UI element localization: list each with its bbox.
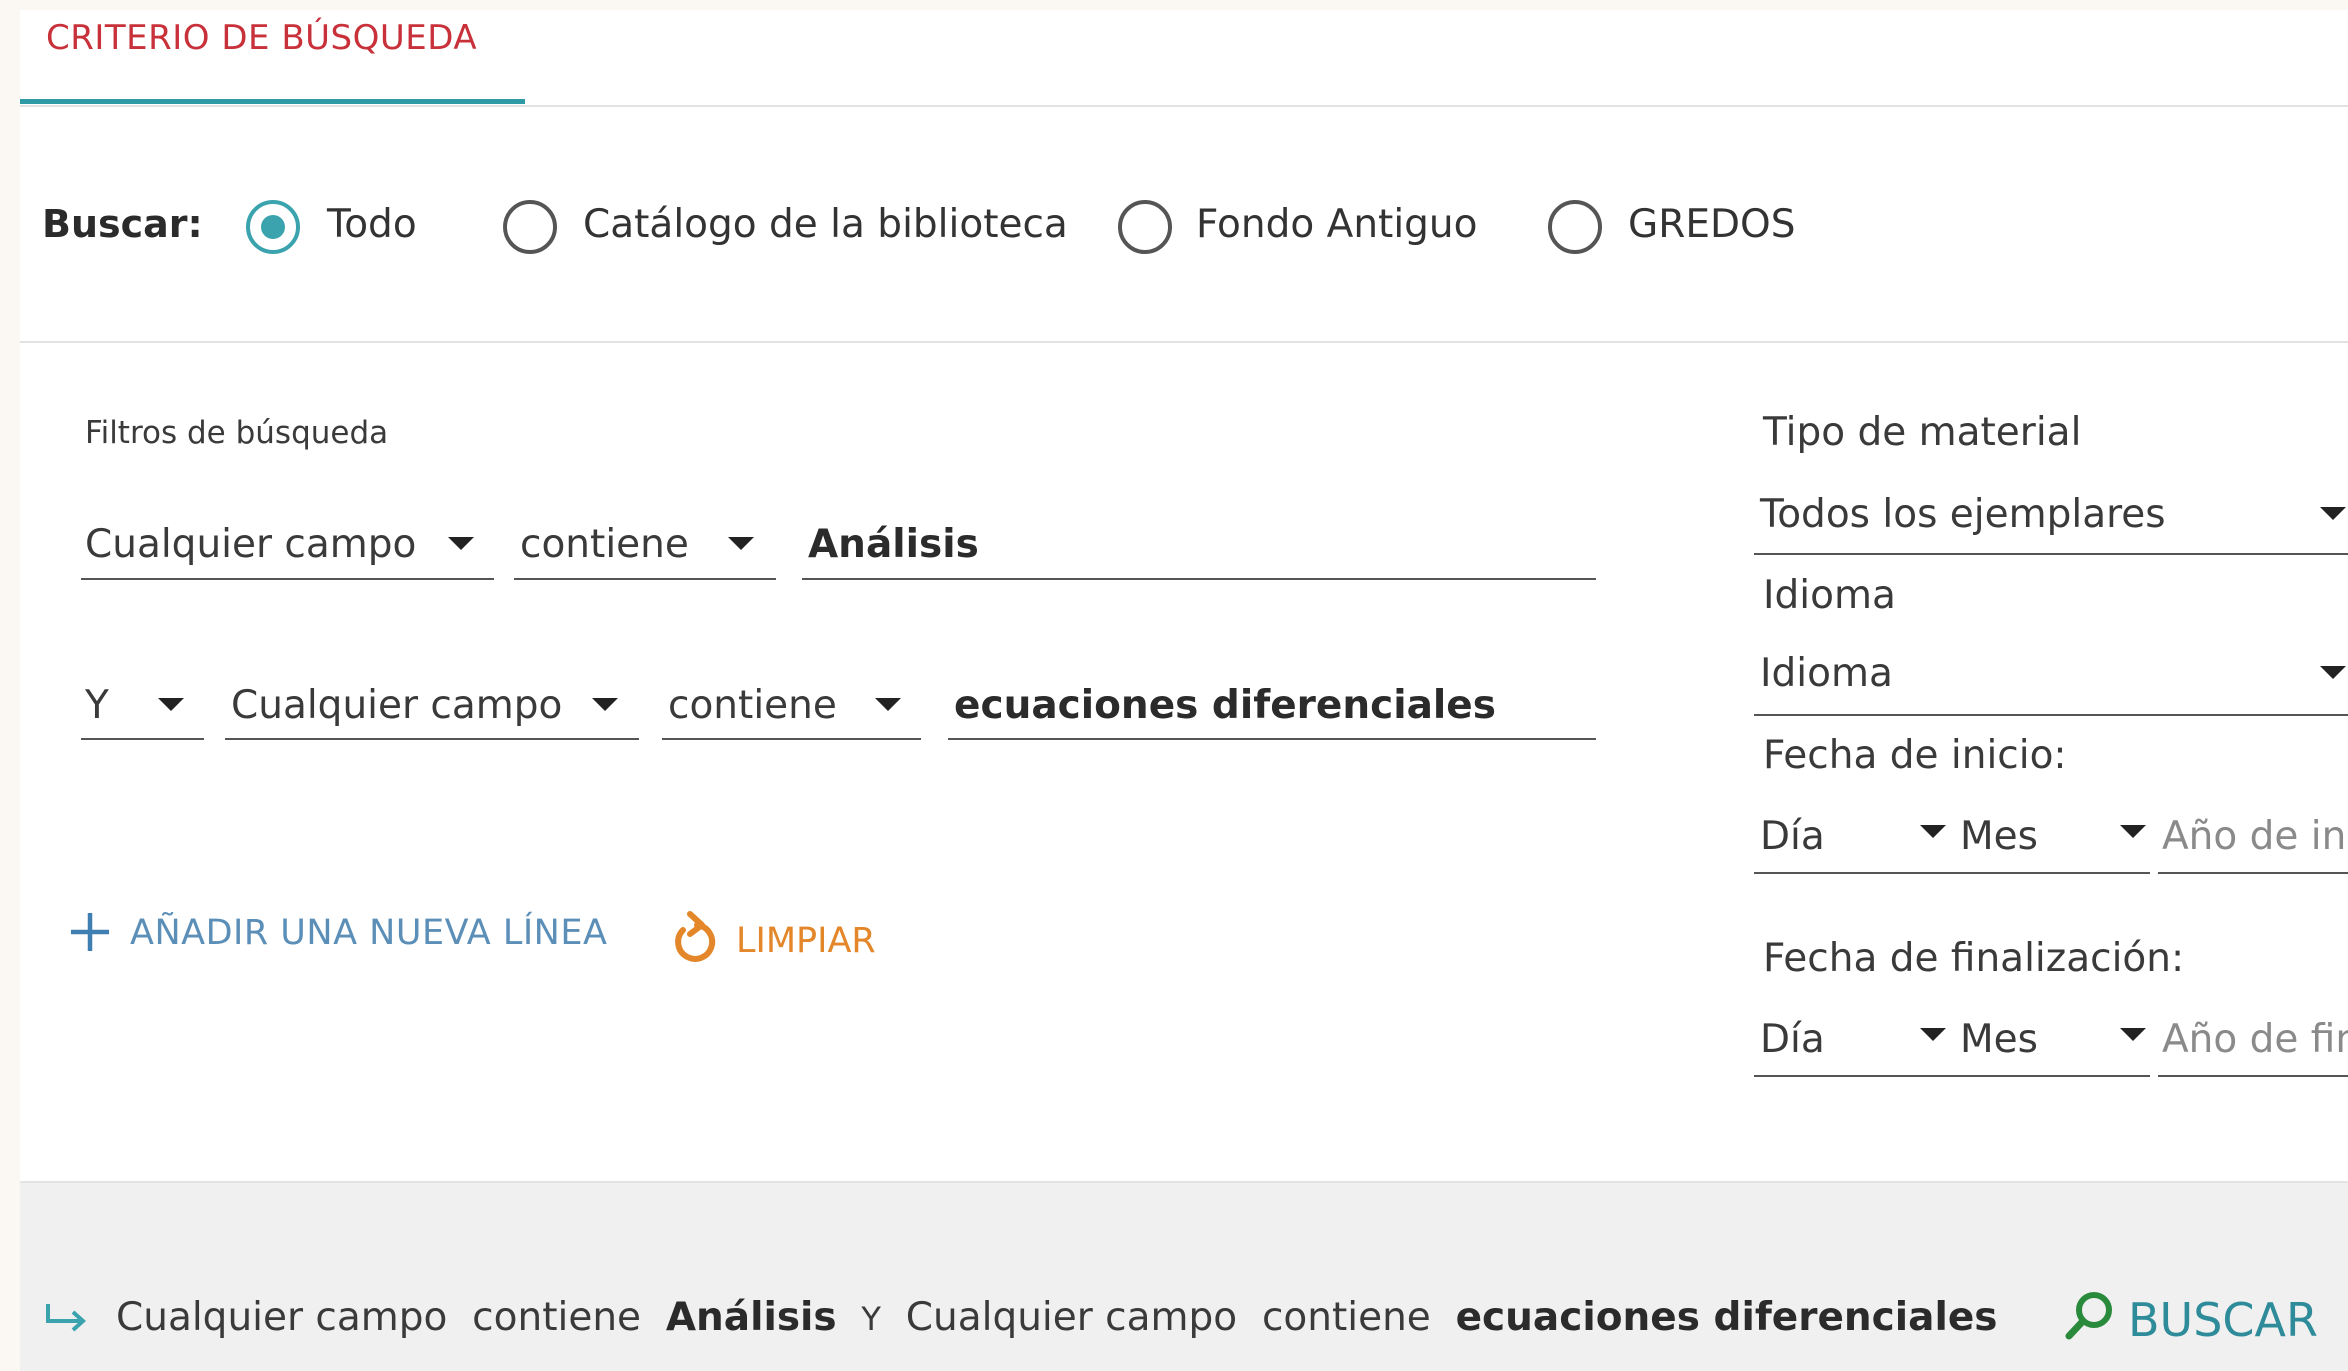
start-month-select[interactable]: Mes (1960, 814, 2038, 859)
scope-divider (20, 341, 2348, 343)
material-type-underline (1754, 553, 2348, 555)
end-day-select[interactable]: Día (1760, 1017, 1825, 1062)
boolean-select-2[interactable]: Y (85, 683, 109, 728)
end-date-label: Fecha de finalización: (1763, 936, 2185, 981)
query-summary-bar (20, 1181, 2348, 1371)
chevron-down-icon[interactable] (2320, 666, 2346, 679)
active-tab-indicator (20, 99, 525, 104)
operator-select-1-underline (514, 578, 776, 580)
start-day-month-underline (1754, 872, 2150, 874)
clear-button[interactable]: LIMPIAR (670, 910, 876, 966)
radio-label-todo[interactable]: Todo (327, 202, 417, 247)
chevron-down-icon[interactable] (592, 698, 618, 711)
start-date-label: Fecha de inicio: (1763, 733, 2067, 778)
search-button-label: BUSCAR (2128, 1293, 2318, 1347)
field-select-2[interactable]: Cualquier campo (231, 683, 562, 728)
radio-fondo-antiguo[interactable] (1118, 200, 1172, 254)
add-line-label: AÑADIR UNA NUEVA LÍNEA (130, 913, 608, 953)
end-year-input[interactable]: Año de fin (2162, 1017, 2348, 1062)
summary-operator-2: contiene (1261, 1295, 1431, 1340)
radio-catalogo[interactable] (503, 200, 557, 254)
summary-boolean: Y (861, 1300, 881, 1338)
reset-icon (675, 911, 716, 962)
search-value-input-2-underline (948, 738, 1596, 740)
material-type-select[interactable]: Todos los ejemplares (1760, 492, 2166, 537)
search-panel: CRITERIO DE BÚSQUEDA Buscar: Todo Catálo… (20, 10, 2348, 1371)
start-year-input[interactable]: Año de ini (2162, 814, 2348, 859)
filters-title: Filtros de búsqueda (85, 415, 389, 451)
radio-todo[interactable] (246, 200, 300, 254)
material-type-label: Tipo de material (1763, 410, 2082, 455)
search-value-input-1-underline (802, 578, 1596, 580)
chevron-down-icon[interactable] (2120, 1028, 2146, 1041)
summary-value-1: Análisis (665, 1295, 837, 1340)
chevron-down-icon[interactable] (1920, 1028, 1946, 1041)
add-line-button[interactable]: AÑADIR UNA NUEVA LÍNEA (68, 910, 607, 954)
operator-select-1[interactable]: contiene (520, 522, 689, 567)
summary-operator-1: contiene (472, 1295, 642, 1340)
summary-field-2: Cualquier campo (905, 1295, 1238, 1340)
end-day-month-underline (1754, 1075, 2150, 1077)
arrow-right-icon (46, 1304, 86, 1332)
radio-gredos[interactable] (1548, 200, 1602, 254)
boolean-select-2-underline (81, 738, 204, 740)
start-day-select[interactable]: Día (1760, 814, 1825, 859)
operator-select-2[interactable]: contiene (668, 683, 837, 728)
start-year-underline (2158, 872, 2348, 874)
radio-label-fondo-antiguo[interactable]: Fondo Antiguo (1196, 202, 1478, 247)
chevron-down-icon[interactable] (2320, 507, 2346, 520)
clear-label: LIMPIAR (736, 921, 876, 961)
chevron-down-icon[interactable] (1920, 825, 1946, 838)
chevron-down-icon[interactable] (158, 698, 184, 711)
search-icon (2065, 1292, 2112, 1340)
field-select-1-underline (81, 578, 494, 580)
search-button[interactable]: BUSCAR (2062, 1288, 2318, 1347)
end-month-select[interactable]: Mes (1960, 1017, 2038, 1062)
summary-value-2: ecuaciones diferenciales (1455, 1295, 1998, 1340)
radio-label-gredos[interactable]: GREDOS (1628, 202, 1795, 247)
search-value-input-1[interactable]: Análisis (808, 522, 979, 567)
chevron-down-icon[interactable] (728, 537, 754, 550)
end-year-underline (2158, 1075, 2348, 1077)
summary-field-1: Cualquier campo (116, 1295, 448, 1340)
scope-label: Buscar: (42, 202, 203, 246)
language-underline (1754, 714, 2348, 716)
field-select-1[interactable]: Cualquier campo (85, 522, 416, 567)
language-select[interactable]: Idioma (1760, 651, 1893, 696)
language-label: Idioma (1763, 573, 1896, 618)
field-select-2-underline (225, 738, 639, 740)
tab-divider (20, 105, 2348, 107)
operator-select-2-underline (662, 738, 921, 740)
chevron-down-icon[interactable] (875, 698, 901, 711)
tab-search-criteria[interactable]: CRITERIO DE BÚSQUEDA (46, 18, 477, 58)
chevron-down-icon[interactable] (2120, 825, 2146, 838)
radio-label-catalogo[interactable]: Catálogo de la biblioteca (583, 202, 1068, 247)
chevron-down-icon[interactable] (448, 537, 474, 550)
summary-query: Cualquier campo contiene Análisis Y Cual… (116, 1295, 1998, 1340)
search-value-input-2[interactable]: ecuaciones diferenciales (954, 683, 1496, 728)
plus-icon (71, 913, 109, 951)
